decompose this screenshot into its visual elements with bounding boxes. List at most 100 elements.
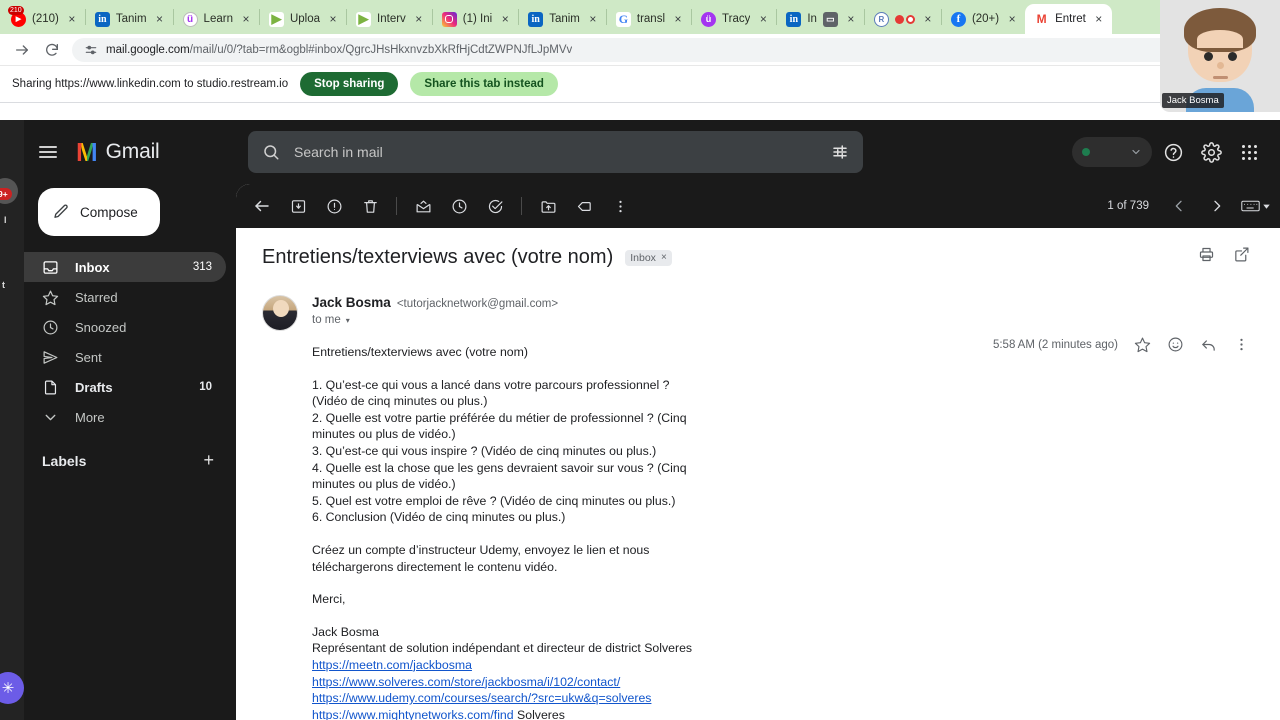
sparkle-icon[interactable]: ✳ <box>0 672 24 704</box>
tab-title: Tracy <box>722 13 751 25</box>
stop-sharing-button[interactable]: Stop sharing <box>300 72 399 96</box>
search-icon <box>262 143 280 161</box>
avatar-eye-left <box>1204 52 1213 61</box>
close-icon[interactable]: × <box>1005 12 1019 26</box>
more-vertical-icon[interactable] <box>1233 336 1250 353</box>
help-icon[interactable] <box>1156 135 1190 169</box>
browser-tab-0[interactable]: ▶ 210 (210) × <box>2 4 85 34</box>
close-icon[interactable]: × <box>412 12 426 26</box>
sidebar-item-snoozed[interactable]: Snoozed <box>24 312 226 342</box>
status-badge[interactable]: Inbox × <box>625 249 672 266</box>
browser-tab-7[interactable]: G transl × <box>607 4 691 34</box>
close-icon[interactable]: × <box>661 252 667 263</box>
instagram-icon <box>441 11 457 27</box>
background-app-sidebar[interactable]: 9+ l t ✳ <box>0 120 24 720</box>
browser-tab-9[interactable]: in In ▭ × <box>777 4 864 34</box>
more-vertical-icon[interactable] <box>602 188 638 224</box>
trash-icon[interactable] <box>352 188 388 224</box>
close-icon[interactable]: × <box>756 12 770 26</box>
share-this-tab-button[interactable]: Share this tab instead <box>410 72 558 96</box>
url-host: mail.google.com <box>106 43 190 56</box>
header-actions <box>1072 135 1272 169</box>
link-udemy[interactable]: https://www.udemy.com/courses/search/?sr… <box>312 691 651 705</box>
recipient-line[interactable]: to me ▾ <box>312 314 1254 326</box>
close-icon[interactable]: × <box>498 12 512 26</box>
browser-tab-5[interactable]: (1) Ini × <box>433 4 518 34</box>
browser-tab-8[interactable]: ü Tracy × <box>692 4 776 34</box>
sidebar-label: Drafts <box>75 379 113 395</box>
browser-tab-2[interactable]: ü Learn × <box>174 4 259 34</box>
toolbar-divider <box>396 197 397 215</box>
avatar[interactable] <box>262 295 298 331</box>
url-bar[interactable]: mail.google.com/mail/u/0/?tab=rm&ogbl#in… <box>72 37 1238 62</box>
body-intro: Entretiens/texterviews avec (votre nom) <box>312 345 528 359</box>
avatar-hair <box>1184 8 1256 52</box>
site-settings-icon[interactable] <box>84 43 98 57</box>
sidebar-item-starred[interactable]: Starred <box>24 282 226 312</box>
linkedin-icon: in <box>94 11 110 27</box>
label-tag-icon[interactable] <box>566 188 602 224</box>
status-selector[interactable] <box>1072 137 1152 167</box>
archive-icon[interactable] <box>280 188 316 224</box>
browser-window: ▶ 210 (210) × in Tanim × ü Learn × ▶ Upl… <box>0 0 1280 720</box>
link-meetn[interactable]: https://meetn.com/jackbosma <box>312 658 472 672</box>
webcam-overlay[interactable]: Jack Bosma <box>1160 0 1280 112</box>
add-task-icon[interactable] <box>477 188 513 224</box>
recipient-label: to me <box>312 314 341 326</box>
apps-grid-icon[interactable] <box>1232 135 1266 169</box>
sidebar-count: 10 <box>199 381 212 393</box>
open-in-new-icon[interactable] <box>1233 246 1250 263</box>
main-menu-button[interactable] <box>24 143 72 161</box>
clock-icon[interactable] <box>441 188 477 224</box>
close-icon[interactable]: × <box>671 12 685 26</box>
browser-tab-1[interactable]: in Tanim × <box>86 4 173 34</box>
add-label-button[interactable]: + <box>203 450 214 471</box>
chevron-down-icon[interactable]: ▾ <box>346 316 350 325</box>
browser-tab-6[interactable]: in Tanim × <box>519 4 606 34</box>
compose-button[interactable]: Compose <box>38 188 160 236</box>
back-arrow-icon[interactable] <box>244 188 280 224</box>
browser-tab-11[interactable]: f (20+) × <box>942 4 1025 34</box>
close-icon[interactable]: × <box>921 12 935 26</box>
link-mightynetworks[interactable]: https://www.mightynetworks.com/find <box>312 708 514 720</box>
chevron-right-icon[interactable] <box>1199 188 1235 224</box>
move-to-folder-icon[interactable] <box>530 188 566 224</box>
signature-title: Représentant de solution indépendant et … <box>312 641 693 656</box>
sidebar-item-more[interactable]: More <box>24 402 226 432</box>
add-reaction-icon[interactable] <box>1167 336 1184 353</box>
forward-arrow-icon[interactable] <box>12 40 32 60</box>
gear-icon[interactable] <box>1194 135 1228 169</box>
close-icon[interactable]: × <box>239 12 253 26</box>
close-icon[interactable]: × <box>326 12 340 26</box>
mark-unread-icon[interactable] <box>405 188 441 224</box>
link-solveres[interactable]: https://www.solveres.com/store/jackbosma… <box>312 675 620 689</box>
browser-tab-4[interactable]: ▶ Interv × <box>347 4 432 34</box>
search-input[interactable]: Search in mail <box>248 131 863 173</box>
close-icon[interactable]: × <box>153 12 167 26</box>
sidebar-item-inbox[interactable]: Inbox 313 <box>24 252 226 282</box>
report-spam-icon[interactable] <box>316 188 352 224</box>
sidebar-item-sent[interactable]: Sent <box>24 342 226 372</box>
sender-email: <tutorjacknetwork@gmail.com> <box>396 298 559 310</box>
chevron-down-icon[interactable] <box>1261 201 1272 212</box>
chevron-left-icon[interactable] <box>1161 188 1197 224</box>
close-icon[interactable]: × <box>586 12 600 26</box>
facebook-icon: f <box>950 11 966 27</box>
close-icon[interactable]: × <box>844 12 858 26</box>
reply-icon[interactable] <box>1200 336 1217 353</box>
keyboard-icon[interactable] <box>1237 188 1263 224</box>
star-icon[interactable] <box>1134 336 1151 353</box>
close-icon[interactable]: × <box>1092 12 1106 26</box>
gmail-wordmark: Gmail <box>105 140 160 163</box>
sidebar-item-drafts[interactable]: Drafts 10 <box>24 372 226 402</box>
google-icon: G <box>615 11 631 27</box>
browser-tab-3[interactable]: ▶ Uploa × <box>260 4 346 34</box>
close-icon[interactable]: × <box>65 12 79 26</box>
browser-tab-10[interactable]: R × <box>865 4 941 34</box>
gmail-logo[interactable]: M Gmail <box>72 139 232 165</box>
tune-icon[interactable] <box>831 143 849 161</box>
reload-icon[interactable] <box>42 40 62 60</box>
tab-title: Learn <box>203 13 233 25</box>
print-icon[interactable] <box>1198 246 1215 263</box>
browser-tab-12-active[interactable]: M Entret × <box>1025 4 1112 34</box>
